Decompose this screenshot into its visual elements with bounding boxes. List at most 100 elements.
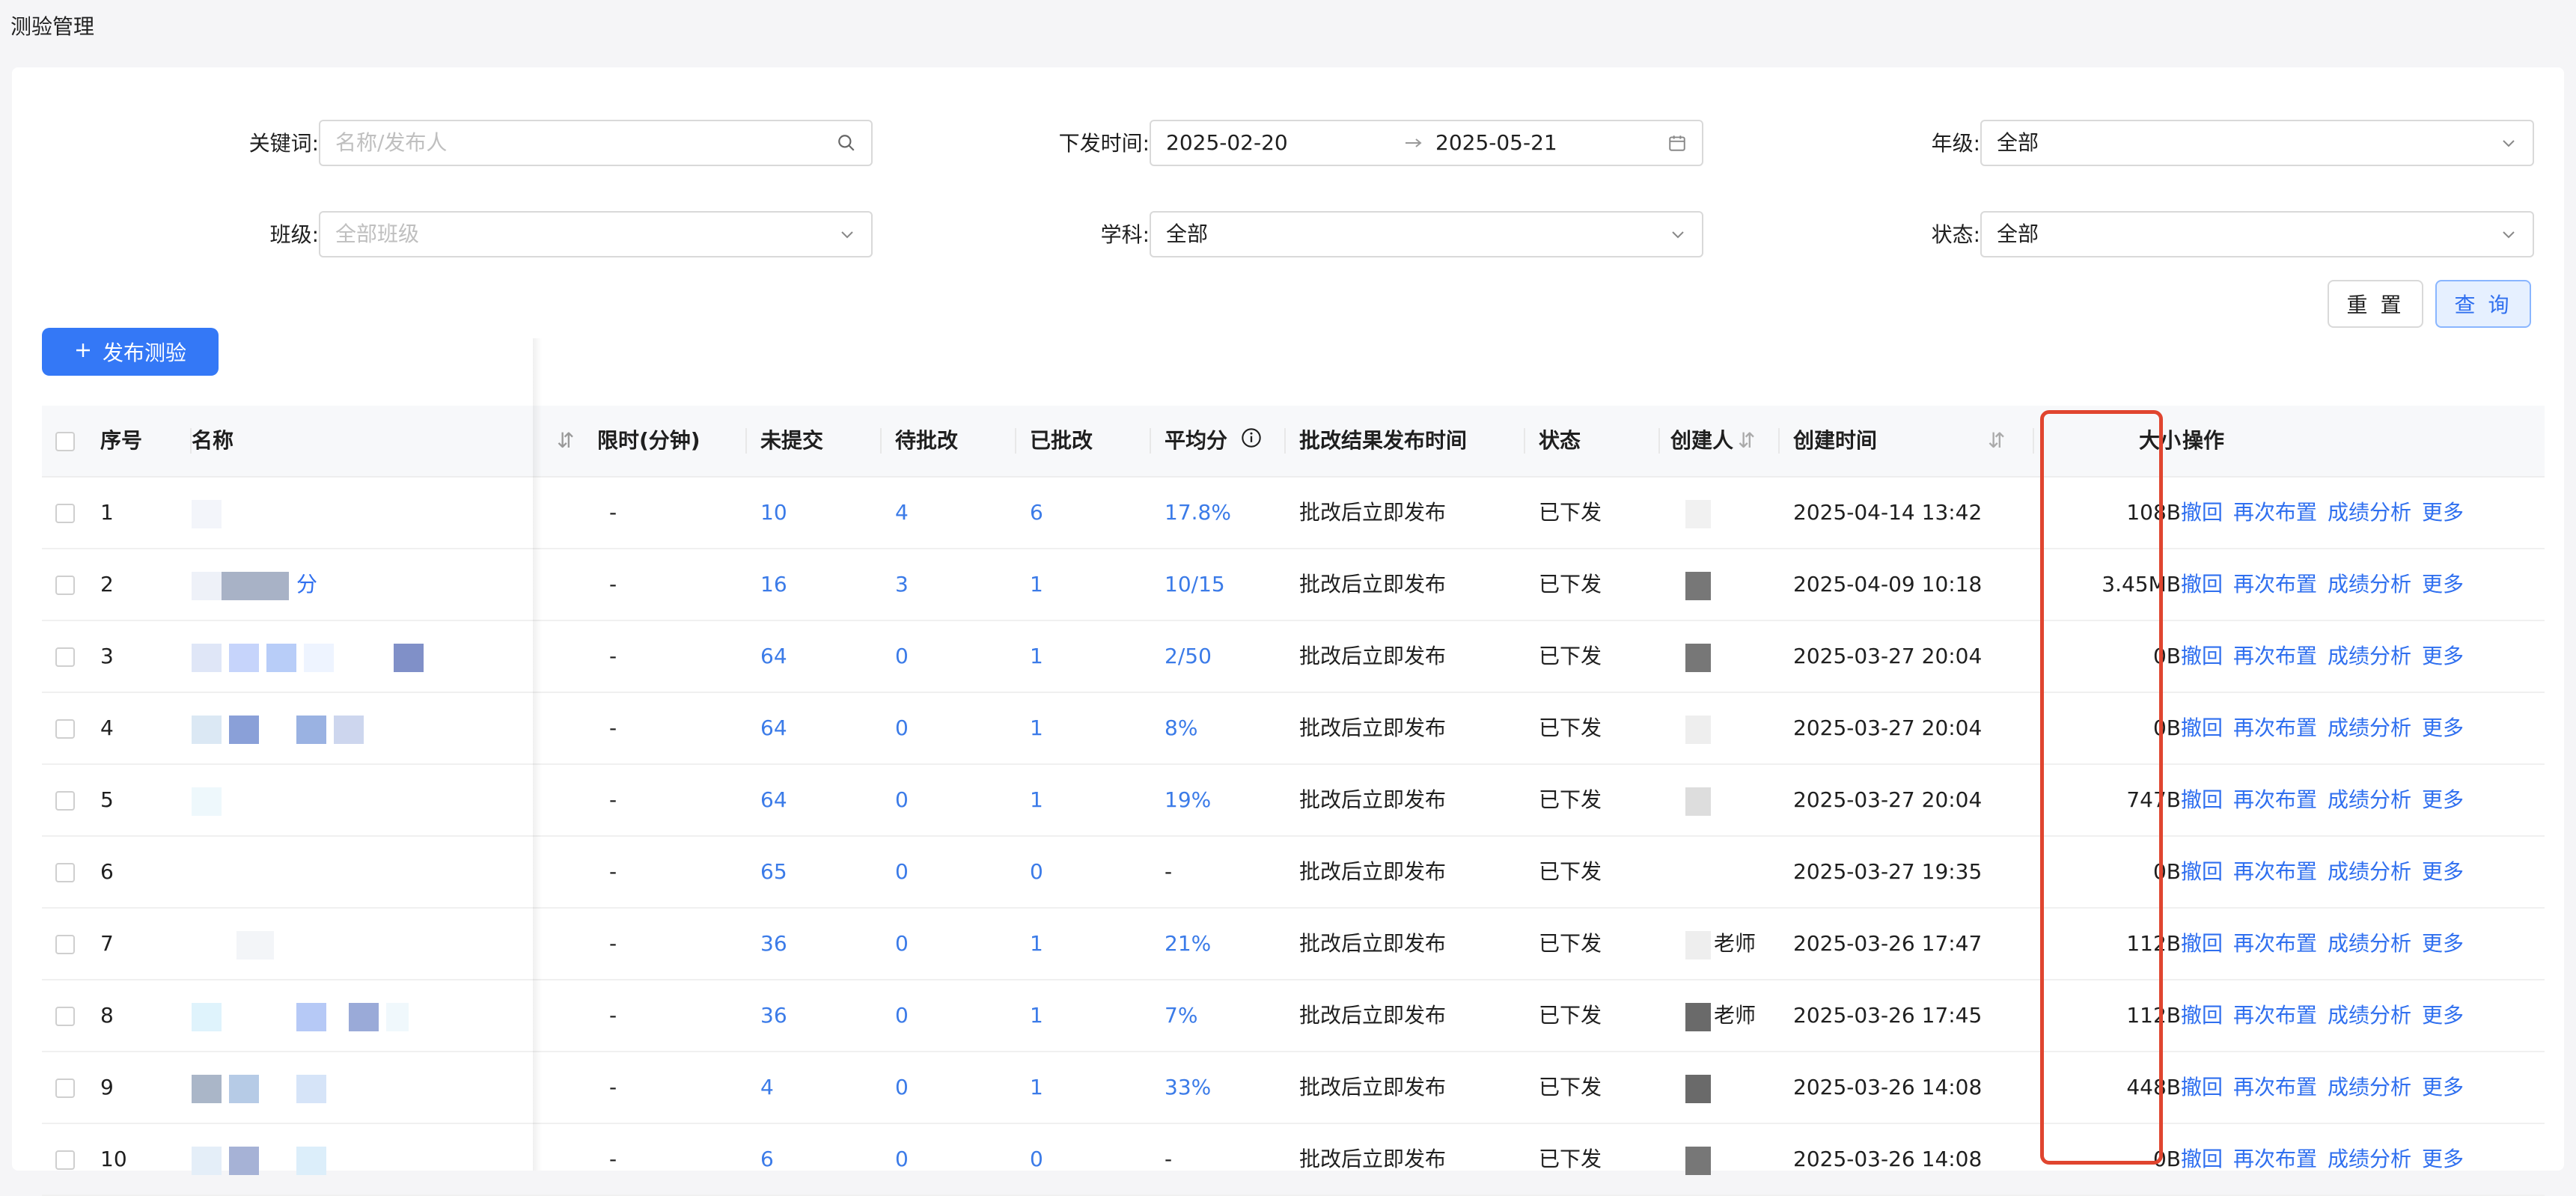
score-analysis-link[interactable]: 成绩分析 bbox=[2328, 644, 2411, 668]
row-pending[interactable]: 0 bbox=[895, 909, 909, 979]
row-graded[interactable]: 6 bbox=[1030, 478, 1043, 548]
row-checkbox[interactable] bbox=[55, 1007, 75, 1026]
reassign-link[interactable]: 再次布置 bbox=[2233, 716, 2317, 740]
subject-select[interactable]: 全部 bbox=[1150, 211, 1703, 257]
row-graded[interactable]: 1 bbox=[1030, 621, 1043, 692]
select-all-checkbox[interactable] bbox=[55, 432, 75, 451]
row-pending[interactable]: 0 bbox=[895, 837, 909, 907]
table-row[interactable]: 5 - 64 0 1 19% 批改后立即发布 已下发 2025-03-27 20:04 747B 撤… bbox=[42, 765, 2545, 837]
row-checkbox[interactable] bbox=[55, 576, 75, 595]
query-button[interactable]: 查 询 bbox=[2435, 280, 2531, 328]
row-avg-score[interactable]: 19% bbox=[1165, 765, 1211, 835]
more-link[interactable]: 更多 bbox=[2422, 931, 2464, 956]
revoke-link[interactable]: 撤回 bbox=[2181, 859, 2223, 884]
more-link[interactable]: 更多 bbox=[2422, 1147, 2464, 1171]
status-select[interactable]: 全部 bbox=[1980, 211, 2534, 257]
table-row[interactable]: 6 - 65 0 0 - 批改后立即发布 已下发 2025-03-27 19:35 0B 撤回 再次布… bbox=[42, 837, 2545, 909]
score-analysis-link[interactable]: 成绩分析 bbox=[2328, 931, 2411, 956]
table-row[interactable]: 1 - 10 4 6 17.8% 批改后立即发布 已下发 2025-04-14 13:42 108… bbox=[42, 478, 2545, 549]
reassign-link[interactable]: 再次布置 bbox=[2233, 787, 2317, 812]
revoke-link[interactable]: 撤回 bbox=[2181, 572, 2223, 597]
row-avg-score[interactable]: 7% bbox=[1165, 980, 1197, 1051]
revoke-link[interactable]: 撤回 bbox=[2181, 1003, 2223, 1028]
row-checkbox[interactable] bbox=[55, 647, 75, 667]
grade-select[interactable]: 全部 bbox=[1980, 120, 2534, 166]
row-graded[interactable]: 0 bbox=[1030, 837, 1043, 907]
row-unsubmitted[interactable]: 64 bbox=[760, 765, 787, 835]
revoke-link[interactable]: 撤回 bbox=[2181, 1147, 2223, 1171]
reassign-link[interactable]: 再次布置 bbox=[2233, 644, 2317, 668]
search-icon[interactable] bbox=[837, 121, 856, 165]
more-link[interactable]: 更多 bbox=[2422, 859, 2464, 884]
reassign-link[interactable]: 再次布置 bbox=[2233, 1075, 2317, 1099]
table-row[interactable]: 9 - 4 0 1 33% 批改后立即发布 已下发 2025-03-26 14:08 448B 撤回… bbox=[42, 1052, 2545, 1124]
row-graded[interactable]: 1 bbox=[1030, 765, 1043, 835]
row-checkbox[interactable] bbox=[55, 1078, 75, 1098]
more-link[interactable]: 更多 bbox=[2422, 572, 2464, 597]
row-pending[interactable]: 3 bbox=[895, 549, 909, 620]
table-row[interactable]: 10 - 6 0 0 - 批改后立即发布 已下发 2025-03-26 14:08 0B 撤回 再次布… bbox=[42, 1124, 2545, 1196]
row-checkbox[interactable] bbox=[55, 1150, 75, 1170]
info-circle-icon[interactable] bbox=[1241, 406, 1262, 477]
row-pending[interactable]: 0 bbox=[895, 693, 909, 763]
more-link[interactable]: 更多 bbox=[2422, 644, 2464, 668]
row-checkbox[interactable] bbox=[55, 719, 75, 739]
reassign-link[interactable]: 再次布置 bbox=[2233, 572, 2317, 597]
score-analysis-link[interactable]: 成绩分析 bbox=[2328, 1075, 2411, 1099]
row-graded[interactable]: 0 bbox=[1030, 1124, 1043, 1195]
score-analysis-link[interactable]: 成绩分析 bbox=[2328, 1003, 2411, 1028]
score-analysis-link[interactable]: 成绩分析 bbox=[2328, 1147, 2411, 1171]
reassign-link[interactable]: 再次布置 bbox=[2233, 500, 2317, 525]
row-name[interactable]: 分 bbox=[296, 549, 317, 620]
row-graded[interactable]: 1 bbox=[1030, 980, 1043, 1051]
row-graded[interactable]: 1 bbox=[1030, 549, 1043, 620]
reassign-link[interactable]: 再次布置 bbox=[2233, 931, 2317, 956]
row-unsubmitted[interactable]: 4 bbox=[760, 1052, 774, 1123]
row-graded[interactable]: 1 bbox=[1030, 693, 1043, 763]
more-link[interactable]: 更多 bbox=[2422, 716, 2464, 740]
row-checkbox[interactable] bbox=[55, 504, 75, 523]
reset-button[interactable]: 重 置 bbox=[2328, 280, 2423, 328]
score-analysis-link[interactable]: 成绩分析 bbox=[2328, 500, 2411, 525]
row-pending[interactable]: 0 bbox=[895, 980, 909, 1051]
date-end[interactable]: 2025-05-21 bbox=[1435, 121, 1557, 165]
row-avg-score[interactable]: 8% bbox=[1165, 693, 1197, 763]
row-unsubmitted[interactable]: 36 bbox=[760, 980, 787, 1051]
reassign-link[interactable]: 再次布置 bbox=[2233, 1147, 2317, 1171]
row-avg-score[interactable]: 33% bbox=[1165, 1052, 1211, 1123]
score-analysis-link[interactable]: 成绩分析 bbox=[2328, 859, 2411, 884]
date-start[interactable]: 2025-02-20 bbox=[1166, 130, 1288, 155]
table-row[interactable]: 7 - 36 0 1 21% 批改后立即发布 已下发 老师 2025-03-26 17:47 112… bbox=[42, 909, 2545, 980]
row-avg-score[interactable]: 21% bbox=[1165, 909, 1211, 979]
row-checkbox[interactable] bbox=[55, 863, 75, 882]
row-pending[interactable]: 0 bbox=[895, 765, 909, 835]
score-analysis-link[interactable]: 成绩分析 bbox=[2328, 572, 2411, 597]
revoke-link[interactable]: 撤回 bbox=[2181, 500, 2223, 525]
row-checkbox[interactable] bbox=[55, 791, 75, 811]
class-select[interactable]: 全部班级 bbox=[319, 211, 873, 257]
date-range-picker[interactable]: 2025-02-20 2025-05-21 bbox=[1150, 120, 1703, 166]
row-unsubmitted[interactable]: 64 bbox=[760, 621, 787, 692]
revoke-link[interactable]: 撤回 bbox=[2181, 716, 2223, 740]
keyword-input[interactable]: 名称/发布人 bbox=[319, 120, 873, 166]
reassign-link[interactable]: 再次布置 bbox=[2233, 1003, 2317, 1028]
more-link[interactable]: 更多 bbox=[2422, 500, 2464, 525]
revoke-link[interactable]: 撤回 bbox=[2181, 787, 2223, 812]
sort-icon[interactable]: ⇵ bbox=[557, 406, 574, 476]
row-unsubmitted[interactable]: 6 bbox=[760, 1124, 774, 1195]
table-row[interactable]: 3 - 64 0 1 2/50 批改后立即发布 已下发 2025-03-27 20:04 0B 撤回… bbox=[42, 621, 2545, 693]
row-avg-score[interactable]: 2/50 bbox=[1165, 621, 1212, 692]
table-row[interactable]: 8 - 36 0 1 7% 批改后立即发布 已下发 老师 2025-03-26 17:45 112B… bbox=[42, 980, 2545, 1052]
row-unsubmitted[interactable]: 16 bbox=[760, 549, 787, 620]
revoke-link[interactable]: 撤回 bbox=[2181, 1075, 2223, 1099]
row-unsubmitted[interactable]: 10 bbox=[760, 478, 787, 548]
row-graded[interactable]: 1 bbox=[1030, 1052, 1043, 1123]
table-row[interactable]: 2 分 - 16 3 1 10/15 批改后立即发布 已下发 2025-04-09 10:18 3.… bbox=[42, 549, 2545, 621]
row-unsubmitted[interactable]: 65 bbox=[760, 837, 787, 907]
row-pending[interactable]: 0 bbox=[895, 1052, 909, 1123]
more-link[interactable]: 更多 bbox=[2422, 787, 2464, 812]
row-unsubmitted[interactable]: 36 bbox=[760, 909, 787, 979]
sort-icon[interactable]: ⇵ bbox=[1988, 406, 2005, 476]
row-graded[interactable]: 1 bbox=[1030, 909, 1043, 979]
revoke-link[interactable]: 撤回 bbox=[2181, 644, 2223, 668]
